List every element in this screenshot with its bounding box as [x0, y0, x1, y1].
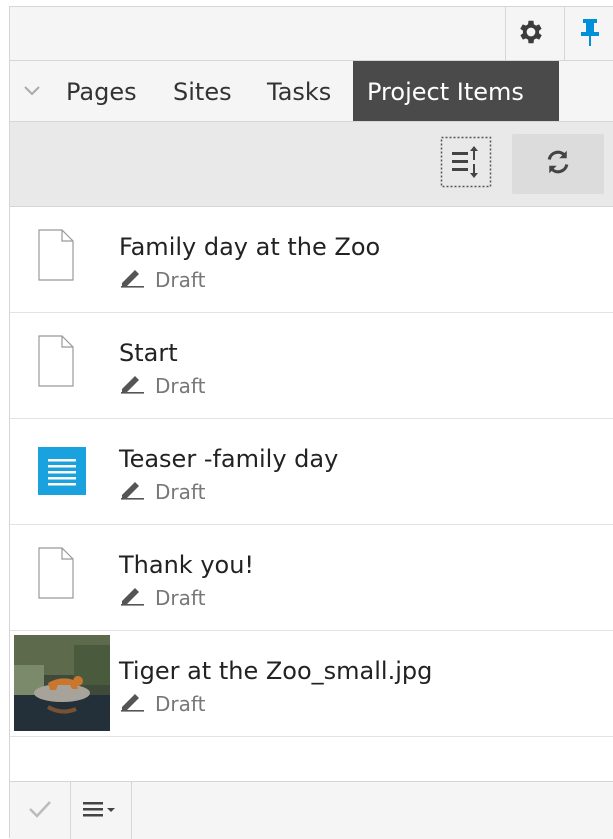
item-status: Draft — [119, 584, 205, 611]
gear-icon — [516, 17, 546, 51]
menu-icon — [81, 799, 121, 823]
tab-project-items[interactable]: Project Items — [353, 61, 559, 121]
list-item[interactable]: Start Draft — [10, 313, 613, 419]
pencil-icon — [119, 690, 155, 717]
status-label: Draft — [155, 267, 206, 292]
project-items-list: Family day at the Zoo Draft Start Draft … — [10, 207, 613, 737]
check-button[interactable] — [10, 782, 71, 839]
item-status: Draft — [119, 690, 205, 717]
pencil-icon — [119, 478, 155, 505]
action-bar — [10, 122, 613, 207]
tab-pages[interactable]: Pages — [66, 61, 137, 121]
item-title: Family day at the Zoo — [119, 233, 381, 261]
sort-icon — [440, 136, 492, 192]
top-toolbar — [10, 7, 613, 61]
page-icon — [38, 547, 74, 599]
item-title: Thank you! — [119, 551, 255, 579]
pencil-icon — [119, 584, 155, 611]
pin-icon — [579, 17, 601, 51]
item-status: Draft — [119, 372, 205, 399]
item-title: Teaser -family day — [119, 445, 339, 473]
pencil-icon — [119, 372, 155, 399]
item-status: Draft — [119, 266, 205, 293]
check-icon — [27, 799, 53, 823]
tab-bar: Pages Sites Tasks Project Items — [10, 61, 613, 122]
status-label: Draft — [155, 479, 206, 504]
footer-toolbar — [10, 781, 613, 839]
page-icon — [38, 229, 74, 281]
refresh-icon — [543, 147, 573, 181]
status-label: Draft — [155, 585, 206, 610]
settings-button[interactable] — [505, 7, 556, 60]
block-icon — [38, 447, 86, 495]
status-label: Draft — [155, 691, 206, 716]
tab-sites[interactable]: Sites — [173, 61, 232, 121]
sort-button[interactable] — [436, 134, 496, 194]
item-title: Tiger at the Zoo_small.jpg — [119, 657, 433, 685]
pencil-icon — [119, 266, 155, 293]
item-status: Draft — [119, 478, 205, 505]
image-thumbnail — [14, 635, 110, 731]
list-item[interactable]: Thank you! Draft — [10, 525, 613, 631]
item-title: Start — [119, 339, 178, 367]
status-label: Draft — [155, 373, 206, 398]
chevron-down-icon[interactable] — [22, 81, 42, 101]
list-item[interactable]: Tiger at the Zoo_small.jpg Draft — [10, 631, 613, 737]
list-item[interactable]: Teaser -family day Draft — [10, 419, 613, 525]
menu-button[interactable] — [71, 782, 132, 839]
tab-tasks[interactable]: Tasks — [267, 61, 331, 121]
project-items-panel: Pages Sites Tasks Project Items Family d… — [9, 6, 613, 839]
pin-button[interactable] — [564, 7, 613, 60]
page-icon — [38, 335, 74, 387]
refresh-button[interactable] — [512, 134, 604, 194]
list-item[interactable]: Family day at the Zoo Draft — [10, 207, 613, 313]
